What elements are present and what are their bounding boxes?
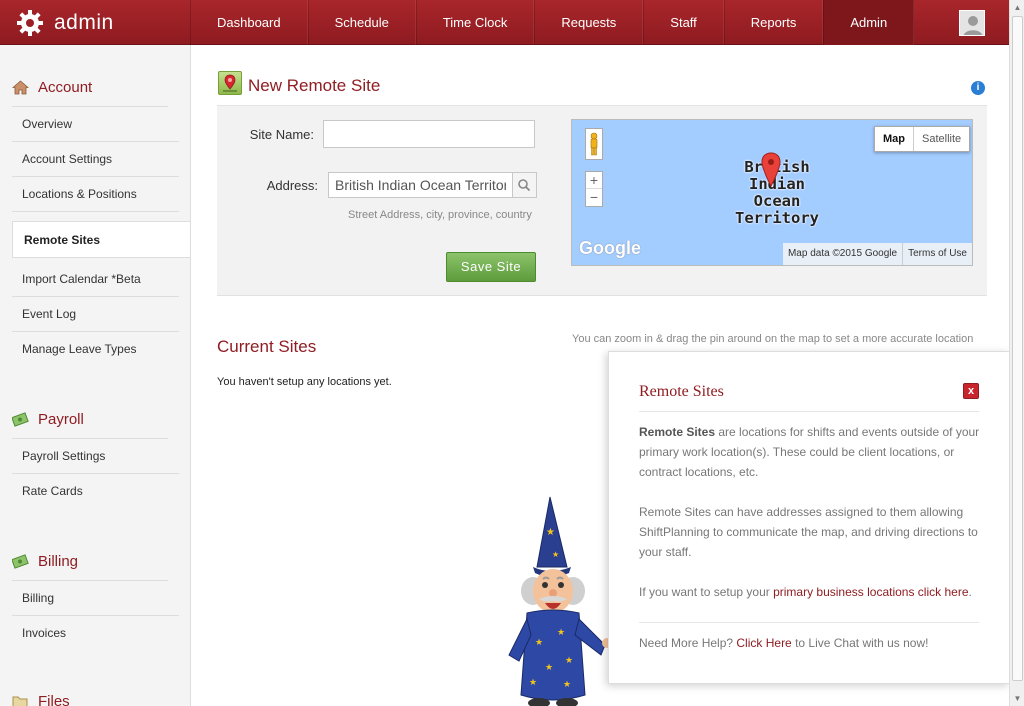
map-hint: You can zoom in & drag the pin around on…	[572, 333, 974, 345]
nav-admin[interactable]: Admin	[823, 0, 915, 45]
help-paragraph-3: If you want to setup your primary busine…	[639, 585, 972, 599]
site-name-input[interactable]	[323, 120, 535, 148]
empty-sites-message: You haven't setup any locations yet.	[217, 376, 392, 388]
zoom-control: + −	[585, 171, 603, 207]
sidebar-item-payroll-settings[interactable]: Payroll Settings	[22, 449, 105, 463]
sidebar-item-label: Remote Sites	[24, 233, 101, 247]
wizard-mascot-icon: ★ ★ ★ ★ ★ ★ ★ ★	[508, 496, 612, 706]
svg-text:★: ★	[535, 638, 543, 648]
page-title: New Remote Site	[248, 76, 381, 95]
nav-schedule[interactable]: Schedule	[307, 0, 416, 45]
pegman-icon	[590, 132, 598, 156]
map-attribution-bar: Map data ©2015 Google Terms of Use	[782, 243, 972, 265]
sidebar-item-invoices[interactable]: Invoices	[22, 626, 66, 640]
user-silhouette-icon	[960, 11, 984, 35]
house-icon	[12, 80, 29, 95]
scrollbar-thumb[interactable]	[1012, 16, 1023, 681]
money-icon	[12, 412, 29, 427]
sidebar-heading-payroll: Payroll	[12, 411, 84, 428]
live-chat-link[interactable]: Click Here	[736, 636, 791, 650]
scroll-down-icon[interactable]: ▼	[1013, 694, 1022, 703]
page-scrollbar[interactable]: ▲ ▼	[1009, 0, 1024, 706]
map-type-map-button[interactable]: Map	[875, 127, 914, 151]
scroll-up-icon[interactable]: ▲	[1013, 3, 1022, 12]
gear-icon	[17, 9, 43, 36]
folder-icon	[12, 696, 28, 706]
nav-dashboard[interactable]: Dashboard	[190, 0, 308, 45]
sidebar-item-overview[interactable]: Overview	[22, 117, 72, 131]
nav-reports[interactable]: Reports	[723, 0, 824, 45]
address-input[interactable]	[328, 172, 513, 198]
svg-text:★: ★	[529, 678, 537, 688]
address-search-button[interactable]	[513, 172, 537, 198]
info-icon[interactable]: i	[971, 81, 985, 95]
map-marker-icon[interactable]	[760, 152, 782, 188]
primary-locations-link[interactable]: primary business locations click here	[773, 585, 968, 599]
search-icon	[518, 179, 531, 192]
svg-text:★: ★	[563, 680, 571, 690]
zoom-out-button[interactable]: −	[586, 189, 602, 206]
new-site-form: Site Name: Address: Street Address, city…	[217, 106, 987, 345]
site-name-label: Site Name:	[249, 127, 314, 142]
sidebar-item-manage-leave-types[interactable]: Manage Leave Types	[22, 342, 137, 356]
help-paragraph-2: Remote Sites can have addresses assigned…	[639, 505, 978, 559]
nav-requests[interactable]: Requests	[534, 0, 644, 45]
terms-of-use-link[interactable]: Terms of Use	[902, 243, 972, 265]
svg-text:★: ★	[545, 663, 553, 673]
svg-text:★: ★	[552, 550, 559, 559]
sidebar-heading-files: Files	[12, 693, 70, 706]
top-navbar: admin Dashboard Schedule Time Clock Requ…	[0, 0, 1009, 45]
nav-time-clock[interactable]: Time Clock	[415, 0, 535, 45]
current-sites-title: Current Sites	[217, 337, 317, 356]
save-site-button[interactable]: Save Site	[446, 252, 536, 282]
sidebar-item-billing[interactable]: Billing	[22, 591, 54, 605]
address-label: Address:	[266, 178, 318, 193]
sidebar-heading-billing: Billing	[12, 553, 78, 570]
help-paragraph-4: Need More Help? Click Here to Live Chat …	[639, 636, 929, 650]
map-type-satellite-button[interactable]: Satellite	[914, 127, 969, 151]
pegman-control[interactable]	[585, 128, 603, 160]
brand-name: admin	[54, 10, 114, 34]
map-attribution: Map data ©2015 Google	[787, 248, 898, 259]
svg-text:★: ★	[557, 628, 565, 638]
help-title: Remote Sites	[639, 383, 724, 400]
brand[interactable]: admin	[16, 0, 114, 45]
svg-text:★: ★	[546, 527, 555, 538]
sidebar-item-account-settings[interactable]: Account Settings	[22, 152, 112, 166]
svg-text:★: ★	[565, 656, 573, 666]
money-icon	[12, 554, 29, 569]
zoom-in-button[interactable]: +	[586, 172, 602, 189]
map[interactable]: + − British Indian Ocean Territory Map S…	[571, 119, 973, 266]
nav-staff[interactable]: Staff	[643, 0, 724, 45]
sidebar-item-rate-cards[interactable]: Rate Cards	[22, 484, 83, 498]
sidebar-heading-account: Account	[12, 79, 92, 96]
sidebar-item-event-log[interactable]: Event Log	[22, 307, 76, 321]
help-panel: Remote Sites x Remote Sites are location…	[608, 351, 1010, 684]
avatar[interactable]	[959, 10, 985, 36]
main-nav: Dashboard Schedule Time Clock Requests S…	[190, 0, 915, 45]
sidebar: Account Overview Account Settings Locati…	[0, 45, 191, 706]
help-paragraph-1: Remote Sites are locations for shifts an…	[639, 425, 980, 479]
map-pin-icon	[218, 71, 242, 95]
map-type-control: Map Satellite	[874, 126, 971, 152]
sidebar-item-remote-sites[interactable]: Remote Sites	[12, 221, 190, 258]
close-icon[interactable]: x	[963, 383, 979, 399]
sidebar-item-locations-positions[interactable]: Locations & Positions	[22, 187, 137, 201]
address-hint: Street Address, city, province, country	[348, 209, 532, 221]
sidebar-item-import-calendar[interactable]: Import Calendar *Beta	[22, 272, 141, 286]
google-logo: Google	[579, 238, 641, 258]
